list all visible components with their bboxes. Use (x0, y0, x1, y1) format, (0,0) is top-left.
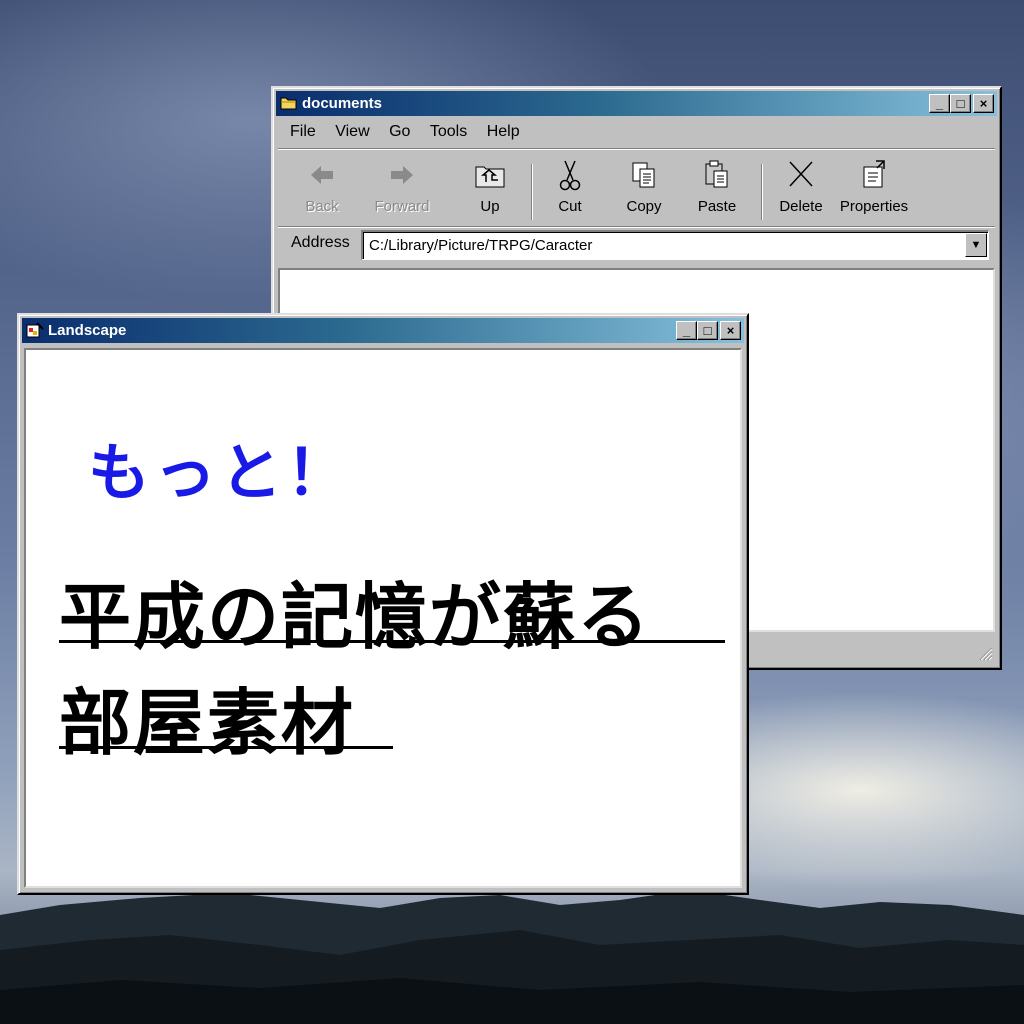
address-label: Address (291, 234, 350, 251)
back-label: Back (305, 198, 339, 215)
landscape-maximize-button[interactable]: □ (697, 321, 718, 340)
dropdown-arrow-icon: ▼ (970, 239, 982, 251)
landscape-close-button[interactable]: × (720, 321, 741, 340)
landscape-window[interactable]: Landscape _ □ × もっと！ 平成の記憶が蘇る 部屋素材 (17, 313, 749, 895)
landscape-title: Landscape (48, 322, 127, 339)
toolbar-separator (531, 164, 533, 220)
folder-icon (280, 97, 297, 110)
blue-headline: もっと！ (88, 436, 353, 509)
delete-label: Delete (779, 198, 823, 215)
properties-label: Properties (839, 198, 909, 215)
copy-label: Copy (626, 198, 662, 215)
explorer-maximize-button[interactable]: □ (950, 94, 971, 113)
properties-button[interactable]: Properties (836, 158, 912, 215)
minimize-icon: _ (682, 323, 691, 338)
explorer-titlebar[interactable]: documents _ □ × (276, 91, 997, 116)
explorer-title: documents (302, 95, 383, 112)
headline-underline-2 (59, 746, 393, 749)
copy-icon (632, 162, 655, 188)
scissors-icon (559, 160, 581, 191)
copy-button[interactable]: Copy (608, 158, 680, 215)
paste-icon (705, 160, 728, 188)
properties-icon (863, 160, 885, 188)
up-label: Up (480, 198, 500, 215)
headline-line-2: 部屋素材 (59, 681, 356, 765)
menu-view[interactable]: View (335, 120, 369, 144)
back-arrow-icon (311, 166, 333, 184)
address-bar[interactable]: ▼ (361, 230, 989, 260)
up-button[interactable]: Up (454, 158, 526, 215)
close-icon: × (979, 96, 988, 111)
cut-label: Cut (558, 198, 582, 215)
up-folder-icon (475, 166, 505, 188)
paste-label: Paste (697, 198, 737, 215)
headline-line-1: 平成の記憶が蘇る (59, 575, 652, 659)
forward-label: Forward (374, 198, 430, 215)
address-input[interactable] (369, 234, 958, 256)
resize-grip-icon[interactable] (977, 645, 993, 661)
menu-tools[interactable]: Tools (430, 120, 467, 144)
forward-button[interactable]: Forward (366, 158, 438, 215)
close-icon: × (726, 323, 735, 338)
menu-help[interactable]: Help (487, 120, 520, 144)
landscape-canvas: もっと！ 平成の記憶が蘇る 部屋素材 (24, 348, 742, 888)
menu-file[interactable]: File (290, 120, 316, 144)
toolbar-divider (278, 226, 995, 228)
menubar-divider (278, 148, 995, 150)
explorer-toolbar: Back Forward Up Cut Copy Paste Delete Pr… (278, 152, 995, 228)
menu-go[interactable]: Go (389, 120, 410, 144)
cut-button[interactable]: Cut (534, 158, 606, 215)
delete-x-icon (789, 161, 813, 187)
delete-button[interactable]: Delete (765, 158, 837, 215)
landscape-titlebar[interactable]: Landscape _ □ × (22, 318, 744, 343)
paste-button[interactable]: Paste (681, 158, 753, 215)
paint-icon (26, 322, 44, 338)
headline-underline-1 (59, 640, 725, 643)
forward-arrow-icon (391, 166, 413, 184)
explorer-menubar: File View Go Tools Help (278, 120, 995, 144)
explorer-minimize-button[interactable]: _ (929, 94, 950, 113)
minimize-icon: _ (935, 96, 944, 111)
maximize-icon: □ (703, 323, 712, 338)
explorer-close-button[interactable]: × (973, 94, 994, 113)
back-button[interactable]: Back (286, 158, 358, 215)
landscape-minimize-button[interactable]: _ (676, 321, 697, 340)
toolbar-separator (761, 164, 763, 220)
address-dropdown-button[interactable]: ▼ (965, 233, 987, 257)
maximize-icon: □ (956, 96, 965, 111)
